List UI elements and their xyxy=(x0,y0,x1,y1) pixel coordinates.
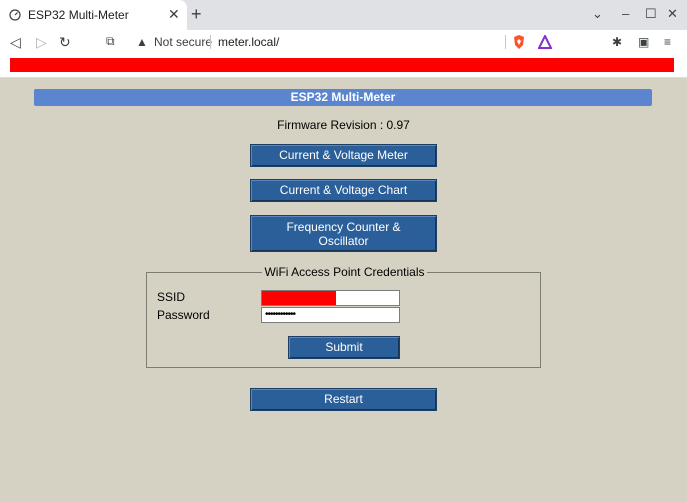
security-label[interactable]: Not secure xyxy=(154,35,212,49)
close-window-button[interactable]: ✕ xyxy=(667,6,678,22)
not-secure-warning-icon[interactable]: ▲ xyxy=(136,35,148,49)
frequency-counter-oscillator-button[interactable]: Frequency Counter & Oscillator xyxy=(250,215,437,252)
wifi-legend-text: WiFi Access Point Credentials xyxy=(262,265,427,279)
brave-shields-icon[interactable] xyxy=(512,34,526,50)
frequency-button-line-2: Oscillator xyxy=(318,234,369,248)
bookmark-icon[interactable]: ⧉ xyxy=(106,34,115,49)
current-voltage-chart-button[interactable]: Current & Voltage Chart xyxy=(250,179,437,202)
tab-bar: ESP32 Multi-Meter ✕ + ⌄ – ☐ ✕ xyxy=(0,0,687,30)
page-header: ESP32 Multi-Meter xyxy=(34,89,652,106)
firmware-revision: Firmware Revision : 0.97 xyxy=(277,118,410,132)
gauge-icon xyxy=(9,9,21,21)
tab-close-icon[interactable]: ✕ xyxy=(168,6,180,23)
tab-search-dropdown-icon[interactable]: ⌄ xyxy=(592,6,603,22)
minimize-button[interactable]: – xyxy=(622,6,629,21)
address-bar[interactable]: ▲ Not secure meter.local/ xyxy=(128,31,558,53)
extensions-icon[interactable]: ✱ xyxy=(612,35,622,49)
password-input[interactable]: •••••••••••• xyxy=(261,307,400,323)
forward-button[interactable]: ▷ xyxy=(36,34,47,51)
submit-button[interactable]: Submit xyxy=(288,336,400,359)
bookmarks-bar xyxy=(0,54,687,78)
ssid-label: SSID xyxy=(157,290,186,304)
omnibox-divider xyxy=(210,35,211,49)
omnibox-divider-2 xyxy=(505,35,506,49)
password-label: Password xyxy=(157,308,210,322)
reload-button[interactable]: ↻ xyxy=(59,34,71,51)
frequency-button-line-1: Frequency Counter & xyxy=(286,220,401,234)
ssid-input[interactable] xyxy=(261,290,400,306)
menu-icon[interactable]: ≡ xyxy=(664,35,671,49)
brave-rewards-icon[interactable] xyxy=(538,35,552,49)
tab-active[interactable]: ESP32 Multi-Meter ✕ xyxy=(0,0,187,30)
maximize-button[interactable]: ☐ xyxy=(645,6,657,22)
current-voltage-meter-button[interactable]: Current & Voltage Meter xyxy=(250,144,437,167)
back-button[interactable]: ◁ xyxy=(10,34,21,51)
redacted-bookmarks xyxy=(10,58,674,72)
new-tab-button[interactable]: + xyxy=(191,4,202,24)
redacted-ssid-value xyxy=(262,291,336,305)
url-text[interactable]: meter.local/ xyxy=(218,35,279,49)
restart-button[interactable]: Restart xyxy=(250,388,437,411)
wallet-icon[interactable]: ▣ xyxy=(638,35,649,49)
browser-toolbar: ◁ ▷ ↻ ⧉ ▲ Not secure meter.local/ ✱ ▣ ≡ xyxy=(0,30,687,54)
wifi-credentials-legend: WiFi Access Point Credentials xyxy=(147,265,542,279)
tab-title: ESP32 Multi-Meter xyxy=(28,8,129,22)
